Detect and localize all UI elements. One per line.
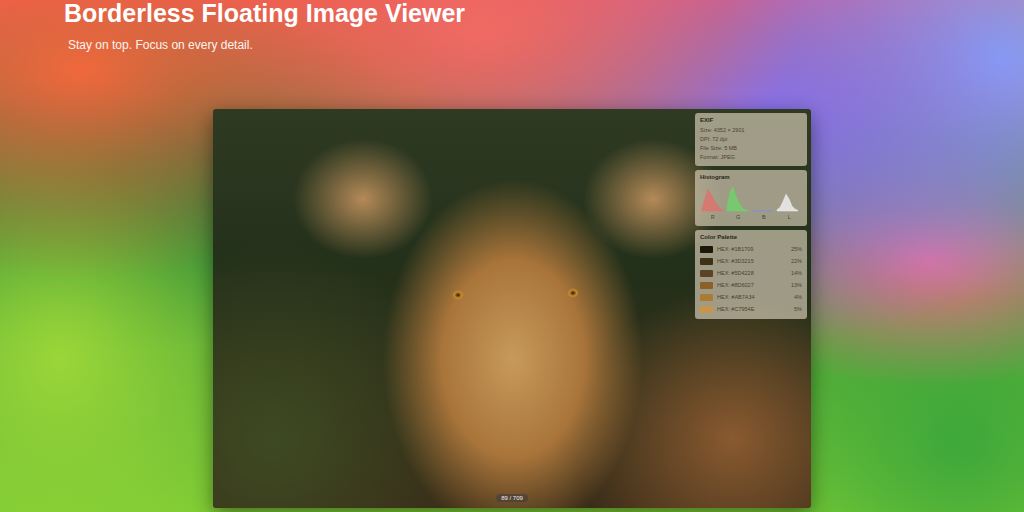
hero-subtitle: Stay on top. Focus on every detail. bbox=[68, 38, 1024, 52]
histogram-area bbox=[702, 189, 723, 211]
palette-share: 13% bbox=[791, 282, 802, 288]
palette-share: 25% bbox=[791, 246, 802, 252]
palette-hex: HEX: #3D3215 bbox=[717, 258, 787, 264]
palette-hex: HEX: #8D6027 bbox=[717, 282, 787, 288]
image-counter: 89 / 709 bbox=[496, 494, 528, 502]
palette-row: HEX: #1B1709 25% bbox=[700, 244, 802, 254]
image-viewer-window[interactable]: EXIF Size: 4352 × 2901 DPI: 72 dpi File Siz… bbox=[213, 109, 811, 508]
histogram-area bbox=[727, 187, 748, 211]
histogram-area bbox=[777, 194, 798, 211]
color-swatch bbox=[700, 306, 713, 313]
page: Borderless Floating Image Viewer Stay on … bbox=[0, 0, 1024, 512]
histogram-title: Histogram bbox=[700, 174, 802, 180]
palette-row: HEX: #C7954E 5% bbox=[700, 304, 802, 314]
palette-row: HEX: #8D6027 13% bbox=[700, 280, 802, 290]
histogram-label: B bbox=[762, 214, 766, 221]
palette-share: 22% bbox=[791, 258, 802, 264]
stage: EXIF Size: 4352 × 2901 DPI: 72 dpi File Siz… bbox=[0, 109, 1024, 508]
color-swatch bbox=[700, 246, 713, 253]
palette-row: HEX: #3D3215 22% bbox=[700, 256, 802, 266]
palette-hex: HEX: #5D4228 bbox=[717, 270, 787, 276]
exif-row: DPI: 72 dpi bbox=[700, 136, 802, 143]
palette-share: 4% bbox=[794, 294, 802, 300]
exif-row: File Size: 5 MB bbox=[700, 145, 802, 152]
histogram-card: Histogram R G B L bbox=[695, 170, 807, 226]
color-swatch bbox=[700, 270, 713, 277]
exif-title: EXIF bbox=[700, 117, 802, 123]
palette-hex: HEX: #AB7A34 bbox=[717, 294, 790, 300]
exif-card: EXIF Size: 4352 × 2901 DPI: 72 dpi File Siz… bbox=[695, 113, 807, 166]
color-swatch bbox=[700, 258, 713, 265]
palette-title: Color Palette bbox=[700, 234, 802, 240]
histogram-label: G bbox=[736, 214, 740, 221]
color-swatch bbox=[700, 282, 713, 289]
histogram-area bbox=[752, 211, 773, 212]
info-panels: EXIF Size: 4352 × 2901 DPI: 72 dpi File Siz… bbox=[695, 113, 807, 319]
palette-share: 14% bbox=[791, 270, 802, 276]
histogram-label: L bbox=[788, 214, 791, 221]
hero-title: Borderless Floating Image Viewer bbox=[64, 0, 1024, 26]
palette-card: Color Palette HEX: #1B1709 25% HEX: #3D3215… bbox=[695, 230, 807, 319]
palette-hex: HEX: #1B1709 bbox=[717, 246, 787, 252]
palette-share: 5% bbox=[794, 306, 802, 312]
histogram-chart bbox=[700, 184, 800, 212]
hero: Borderless Floating Image Viewer Stay on … bbox=[0, 0, 1024, 109]
histogram-labels: RGBL bbox=[700, 214, 802, 221]
color-swatch bbox=[700, 294, 713, 301]
palette-row: HEX: #AB7A34 4% bbox=[700, 292, 802, 302]
palette-row: HEX: #5D4228 14% bbox=[700, 268, 802, 278]
exif-row: Size: 4352 × 2901 bbox=[700, 127, 802, 134]
palette-hex: HEX: #C7954E bbox=[717, 306, 790, 312]
histogram-label: R bbox=[711, 214, 715, 221]
exif-row: Format: JPEG bbox=[700, 154, 802, 161]
